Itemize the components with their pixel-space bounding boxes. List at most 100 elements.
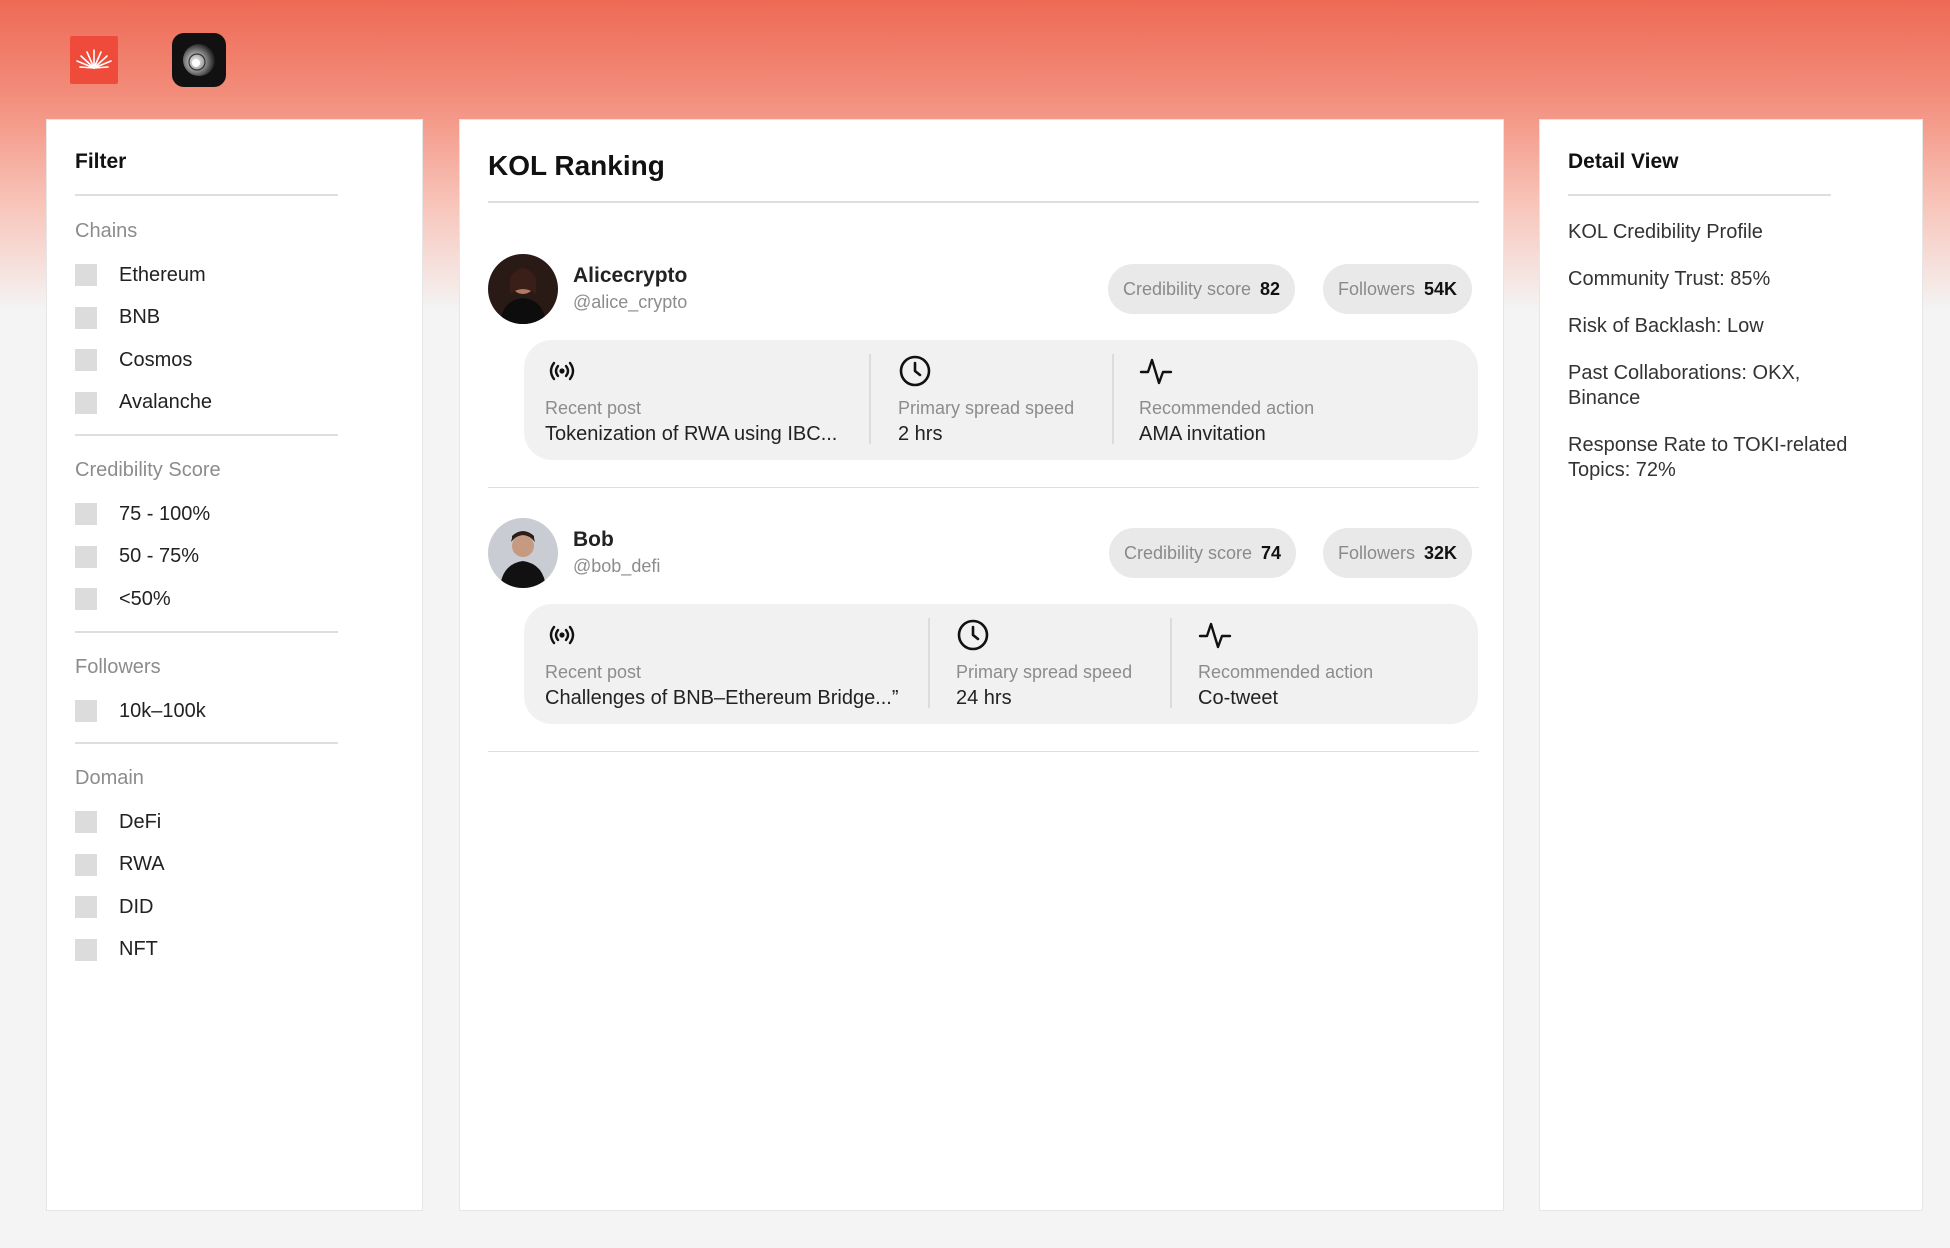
filter-option[interactable]: DeFi — [75, 810, 161, 834]
detail-line-trust: Community Trust: 85% — [1568, 268, 1771, 290]
activity-icon — [1139, 358, 1173, 385]
filter-checkbox[interactable] — [75, 811, 97, 833]
recent-post-section: Recent post Tokenization of RWA using IB… — [545, 340, 865, 460]
ranking-panel: KOL Ranking Alicecrypto @alice_crypto Cr… — [459, 119, 1504, 1211]
filter-checkbox[interactable] — [75, 264, 97, 286]
filter-option[interactable]: 75 - 100% — [75, 502, 210, 526]
filter-option[interactable]: 10k–100k — [75, 699, 206, 723]
filter-checkbox[interactable] — [75, 503, 97, 525]
kol-info-card: Recent post Tokenization of RWA using IB… — [524, 340, 1478, 460]
recent-post-value[interactable]: Challenges of BNB–Ethereum Bridge...” — [545, 687, 899, 710]
detail-line-response-rate: Response Rate to TOKI-related Topics: 72… — [1568, 434, 1848, 481]
kol-card[interactable]: Bob @bob_defi Credibility score 74 Follo… — [488, 518, 1478, 728]
avatar[interactable] — [488, 254, 558, 324]
recent-post-section: Recent post Challenges of BNB–Ethereum B… — [545, 604, 915, 724]
filter-option[interactable]: Ethereum — [75, 263, 206, 287]
filter-checkbox[interactable] — [75, 896, 97, 918]
divider — [75, 434, 338, 436]
followers-label: Followers — [1338, 542, 1416, 563]
divider — [1170, 618, 1172, 708]
divider — [488, 751, 1479, 752]
credibility-badge: Credibility score 82 — [1108, 264, 1296, 314]
filter-option[interactable]: BNB — [75, 306, 160, 330]
filter-checkbox[interactable] — [75, 545, 97, 568]
filter-checkbox[interactable] — [75, 700, 97, 722]
ranking-title: KOL Ranking — [488, 150, 665, 181]
recent-post-label: Recent post — [545, 662, 642, 682]
kol-card[interactable]: Alicecrypto @alice_crypto Credibility sc… — [488, 254, 1478, 464]
divider — [869, 354, 871, 444]
filter-group-title: Followers — [75, 656, 161, 678]
followers-value: 54K — [1424, 278, 1458, 299]
filter-option-label: Cosmos — [119, 348, 193, 371]
avatar[interactable] — [488, 518, 558, 588]
filter-option-label: 75 - 100% — [119, 502, 211, 525]
detail-line-collaborations: Past Collaborations: OKX, Binance — [1568, 362, 1801, 409]
filter-checkbox[interactable] — [75, 938, 97, 961]
kol-handle: @bob_defi — [573, 556, 661, 576]
recommended-action-label: Recommended action — [1139, 398, 1315, 418]
divider — [928, 618, 930, 708]
filter-option[interactable]: 50 - 75% — [75, 545, 199, 569]
recommended-action-value[interactable]: AMA invitation — [1139, 423, 1266, 446]
credibility-label: Credibility score — [1124, 542, 1253, 563]
divider — [75, 631, 338, 633]
recommended-action-section: Recommended action Co-tweet — [1198, 604, 1418, 724]
filter-checkbox[interactable] — [75, 306, 97, 329]
broadcast-icon — [549, 361, 575, 381]
filter-option[interactable]: RWA — [75, 853, 165, 877]
filter-title: Filter — [75, 150, 127, 173]
detail-panel: Detail View KOL Credibility Profile Comm… — [1539, 119, 1923, 1211]
filter-option-label: Ethereum — [119, 263, 206, 286]
filter-option-label: 10k–100k — [119, 699, 206, 722]
wings-icon — [76, 49, 112, 69]
followers-badge: Followers 54K — [1323, 264, 1473, 314]
divider — [75, 742, 338, 744]
filter-group-title: Credibility Score — [75, 459, 221, 481]
filter-group-title: Chains — [75, 220, 138, 242]
spread-speed-label: Primary spread speed — [898, 398, 1075, 418]
spread-speed-value: 2 hrs — [898, 423, 943, 445]
filter-group-title: Domain — [75, 767, 144, 789]
filter-option-label: DID — [119, 895, 154, 918]
spread-speed-section: Primary spread speed 24 hrs — [956, 604, 1156, 724]
filter-option-label: RWA — [119, 853, 165, 875]
recommended-action-section: Recommended action AMA invitation — [1139, 340, 1359, 460]
spread-speed-value: 24 hrs — [956, 687, 1012, 709]
recent-post-value[interactable]: Tokenization of RWA using IBC... — [545, 423, 837, 446]
broadcast-icon — [549, 625, 575, 645]
filter-option[interactable]: DID — [75, 895, 153, 919]
recent-post-label: Recent post — [545, 398, 642, 418]
clock-icon — [957, 619, 989, 651]
kol-info-card: Recent post Challenges of BNB–Ethereum B… — [524, 604, 1478, 724]
spread-speed-label: Primary spread speed — [956, 662, 1133, 682]
swirl-icon — [183, 44, 215, 76]
divider — [488, 487, 1479, 488]
divider — [1568, 194, 1831, 196]
filter-checkbox[interactable] — [75, 853, 97, 876]
credibility-badge: Credibility score 74 — [1109, 528, 1297, 578]
filter-option-label: NFT — [119, 938, 158, 960]
filter-option[interactable]: <50% — [75, 587, 171, 611]
filter-option-label: <50% — [119, 587, 171, 610]
brand-logo[interactable] — [70, 36, 118, 84]
clock-icon — [899, 355, 931, 387]
credibility-value: 74 — [1261, 542, 1282, 563]
divider — [488, 201, 1479, 203]
filter-checkbox[interactable] — [75, 588, 97, 610]
divider — [75, 194, 338, 196]
kol-handle: @alice_crypto — [573, 292, 688, 312]
followers-value: 32K — [1424, 542, 1458, 563]
followers-badge: Followers 32K — [1323, 528, 1473, 578]
filter-option[interactable]: Avalanche — [75, 391, 212, 415]
app-logo[interactable] — [172, 33, 226, 87]
filter-checkbox[interactable] — [75, 349, 97, 371]
filter-option-label: DeFi — [119, 810, 162, 833]
filter-option[interactable]: NFT — [75, 938, 158, 962]
filter-option-label: BNB — [119, 306, 161, 328]
followers-label: Followers — [1338, 278, 1416, 299]
recommended-action-value[interactable]: Co-tweet — [1198, 687, 1278, 710]
filter-option[interactable]: Cosmos — [75, 348, 192, 372]
filter-checkbox[interactable] — [75, 391, 97, 414]
filter-panel: Filter Chains Ethereum BNB Cosmos Avalanche C… — [46, 119, 423, 1211]
